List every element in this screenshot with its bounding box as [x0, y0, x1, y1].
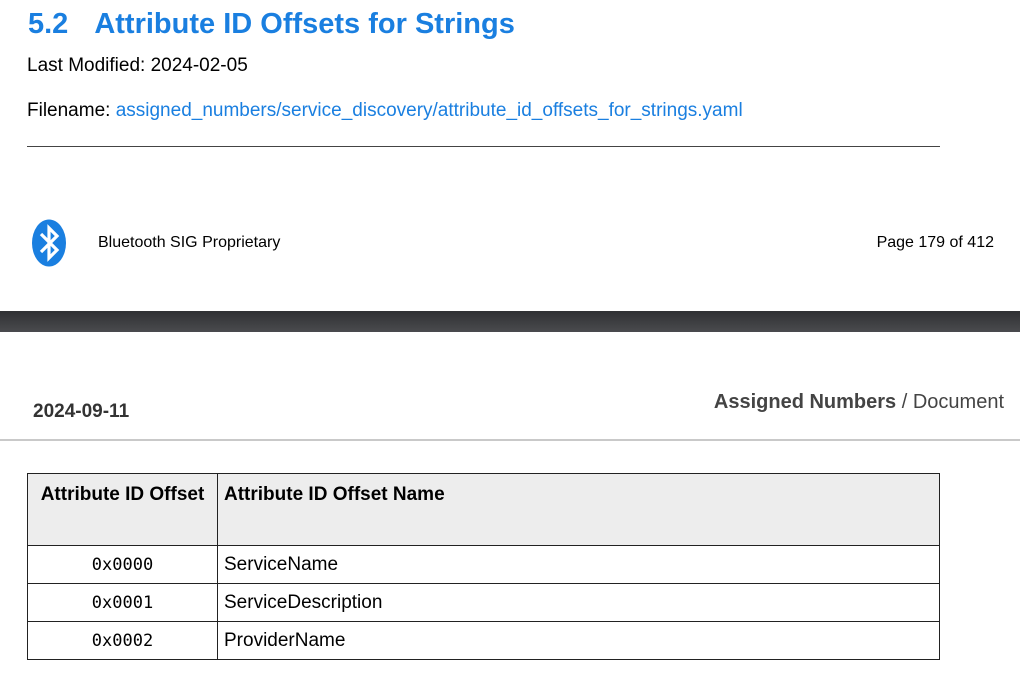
header-doc-bold: Assigned Numbers [713, 391, 897, 413]
header-date: 2024-09-11 [33, 401, 130, 422]
filename-label: Filename: [27, 100, 111, 121]
table-row: 0x0001 ServiceDescription [27, 583, 940, 622]
header-document-title: Assigned Numbers / Document [714, 391, 1004, 414]
table-row: 0x0000 ServiceName [27, 545, 940, 584]
name-cell: ServiceDescription [217, 583, 940, 622]
page-separator [0, 311, 1020, 332]
filename-link[interactable]: assigned_numbers/service_discovery/attri… [116, 100, 743, 121]
section-divider [27, 146, 940, 147]
table-header-row: Attribute ID Offset Attribute ID Offset … [27, 473, 940, 546]
name-cell: ProviderName [217, 621, 940, 660]
offset-cell: 0x0000 [27, 545, 218, 584]
page-number: Page 179 of 412 [876, 234, 994, 251]
last-modified-label: Last Modified: [27, 55, 146, 76]
offset-cell: 0x0001 [27, 583, 218, 622]
offsets-table: Attribute ID Offset Attribute ID Offset … [27, 473, 940, 660]
last-modified: Last Modified: 2024-02-05 [27, 55, 248, 77]
table-row: 0x0002 ProviderName [27, 621, 940, 660]
header-divider [0, 439, 1020, 441]
column-header-name: Attribute ID Offset Name [217, 473, 940, 546]
filename-line: Filename: assigned_numbers/service_disco… [27, 100, 743, 122]
header-doc-rest: / Document [896, 391, 1004, 413]
footer-proprietary: Bluetooth SIG Proprietary [98, 234, 281, 251]
offset-cell: 0x0002 [27, 621, 218, 660]
section-number: 5.2 [28, 8, 69, 40]
section-heading: 5.2 Attribute ID Offsets for Strings [28, 8, 515, 41]
section-title: Attribute ID Offsets for Strings [94, 8, 515, 40]
bluetooth-icon [32, 219, 66, 267]
last-modified-value: 2024-02-05 [150, 55, 248, 76]
name-cell: ServiceName [217, 545, 940, 584]
column-header-offset: Attribute ID Offset [27, 473, 218, 546]
